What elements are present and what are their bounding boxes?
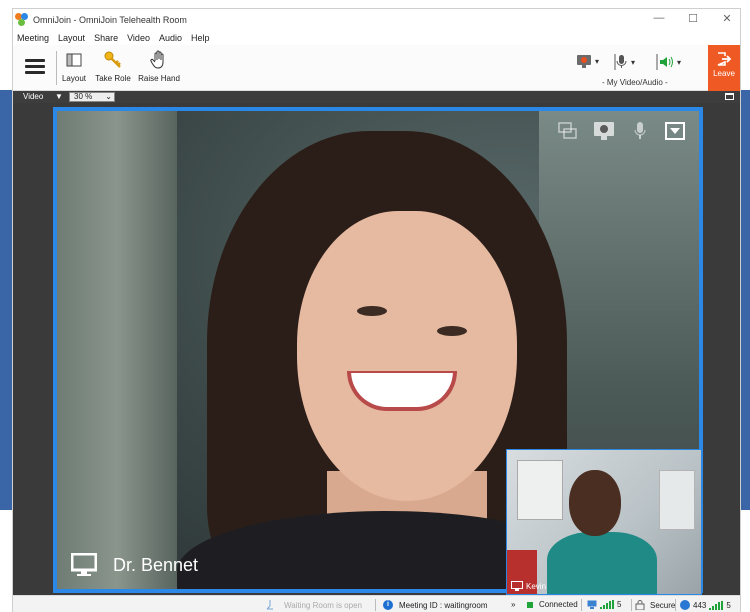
pip-participant-image	[569, 470, 621, 536]
signal-icon	[600, 600, 614, 609]
layout-label: Layout	[61, 74, 87, 83]
participant-name-tag: Dr. Bennet	[71, 553, 198, 577]
menu-meeting[interactable]: Meeting	[17, 33, 49, 43]
meeting-id: i Meeting ID : waitingroom	[383, 600, 487, 610]
title-bar: OmniJoin - OmniJoin Telehealth Room — ☐ …	[13, 9, 740, 31]
background-panel-left	[0, 90, 12, 510]
network-quality: 5	[587, 600, 621, 609]
pip-background	[659, 470, 695, 530]
screen-switch-icon[interactable]	[557, 121, 579, 141]
hand-icon	[137, 49, 181, 71]
participant-eye	[357, 306, 387, 316]
take-role-button[interactable]: Take Role	[93, 49, 133, 83]
signal-count: 5	[617, 600, 622, 609]
toolbar: Layout Take Role Raise Hand ▾ ▾ ▾ - My V…	[13, 45, 740, 91]
chevron-down-icon: ▾	[595, 56, 600, 66]
close-button[interactable]: ✕	[720, 12, 734, 25]
window-title: OmniJoin - OmniJoin Telehealth Room	[33, 15, 187, 25]
more-chevrons-icon: »	[511, 600, 516, 609]
pip-participant-name: Kevin	[526, 581, 547, 591]
popout-icon[interactable]	[725, 93, 734, 100]
monitor-icon	[71, 553, 97, 576]
signal-icon	[709, 600, 724, 610]
menu-video[interactable]: Video	[127, 33, 150, 43]
status-divider	[631, 599, 632, 611]
globe-icon	[680, 600, 690, 610]
chevron-down-icon: ⌄	[105, 92, 112, 101]
menu-help[interactable]: Help	[191, 33, 210, 43]
security-text: Secure	[650, 600, 676, 610]
speaker-icon	[656, 54, 673, 70]
status-divider	[675, 599, 676, 611]
mic-icon	[614, 54, 627, 70]
speaker-dropdown[interactable]: ▾	[656, 53, 681, 71]
waiting-room-icon	[266, 600, 273, 610]
camera-dropdown[interactable]: ▾	[576, 53, 599, 69]
zoom-select[interactable]: 30 % ⌄	[69, 92, 115, 102]
app-window: OmniJoin - OmniJoin Telehealth Room — ☐ …	[12, 8, 741, 612]
background-panel-right	[741, 90, 750, 510]
participant-face	[297, 211, 517, 501]
pip-name-tag: Kevin	[511, 581, 546, 591]
chevron-down-icon: ▾	[631, 57, 636, 67]
connected-indicator-icon	[527, 601, 533, 608]
waiting-room-text: Waiting Room is open	[284, 600, 362, 610]
mic-icon[interactable]	[629, 121, 651, 141]
participant-eye	[437, 326, 467, 336]
video-background	[57, 111, 177, 589]
menu-layout[interactable]: Layout	[58, 33, 85, 43]
connection-text: Connected	[539, 600, 578, 609]
camera-icon	[577, 55, 591, 68]
status-divider	[375, 599, 376, 611]
pip-background	[517, 460, 563, 520]
status-bar: Waiting Room is open i Meeting ID : wait…	[13, 595, 740, 612]
layout-button[interactable]: Layout	[61, 49, 87, 83]
leave-icon	[717, 52, 732, 66]
mic-dropdown[interactable]: ▾	[614, 53, 635, 71]
zoom-value: 30 %	[74, 92, 93, 101]
video-dropdown-arrow[interactable]: ▼	[55, 92, 63, 101]
meeting-id-text: Meeting ID : waitingroom	[399, 600, 488, 610]
my-video-audio-controls: ▾ ▾ ▾ - My Video/Audio -	[576, 49, 694, 89]
leave-label: Leave	[713, 69, 735, 78]
video-stage: Dr. Bennet Kevin	[13, 103, 740, 595]
port-status: 443 5	[680, 600, 731, 610]
my-video-audio-label: - My Video/Audio -	[602, 78, 668, 87]
minimize-button[interactable]: —	[652, 12, 666, 25]
lock-icon	[635, 600, 645, 610]
more-button[interactable]: »	[511, 600, 515, 609]
menu-share[interactable]: Share	[94, 33, 118, 43]
monitor-icon	[587, 600, 597, 609]
self-view-tile[interactable]: Kevin	[506, 449, 702, 595]
key-icon	[93, 49, 133, 71]
raise-hand-label: Raise Hand	[138, 74, 180, 83]
hamburger-icon[interactable]	[25, 59, 45, 75]
camera-icon[interactable]	[593, 121, 615, 141]
leave-button[interactable]: Leave	[708, 45, 740, 91]
security-status: Secure	[635, 600, 675, 610]
port-text: 443	[693, 600, 707, 610]
info-icon: i	[383, 600, 393, 610]
video-bar: Video ▼ 30 % ⌄	[13, 91, 740, 103]
chevron-down-icon: ▾	[677, 57, 682, 67]
video-overlay-controls	[557, 121, 685, 141]
maximize-button[interactable]: ☐	[686, 12, 700, 25]
menu-icon[interactable]	[665, 122, 685, 140]
video-label: Video	[23, 92, 44, 101]
waiting-room-status[interactable]: Waiting Room is open	[265, 600, 362, 610]
toolbar-divider	[56, 51, 57, 85]
pip-participant-image	[547, 532, 657, 594]
participant-name: Dr. Bennet	[113, 554, 199, 575]
omnijoin-logo-icon	[15, 13, 29, 27]
connection-status: Connected	[527, 600, 578, 609]
port-signal-count: 5	[726, 600, 731, 610]
raise-hand-button[interactable]: Raise Hand	[137, 49, 181, 83]
take-role-label: Take Role	[95, 74, 131, 83]
status-divider	[581, 599, 582, 611]
menu-audio[interactable]: Audio	[159, 33, 182, 43]
monitor-icon	[511, 581, 523, 591]
layout-icon	[61, 49, 87, 71]
menu-bar: Meeting Layout Share Video Audio Help	[13, 31, 740, 45]
